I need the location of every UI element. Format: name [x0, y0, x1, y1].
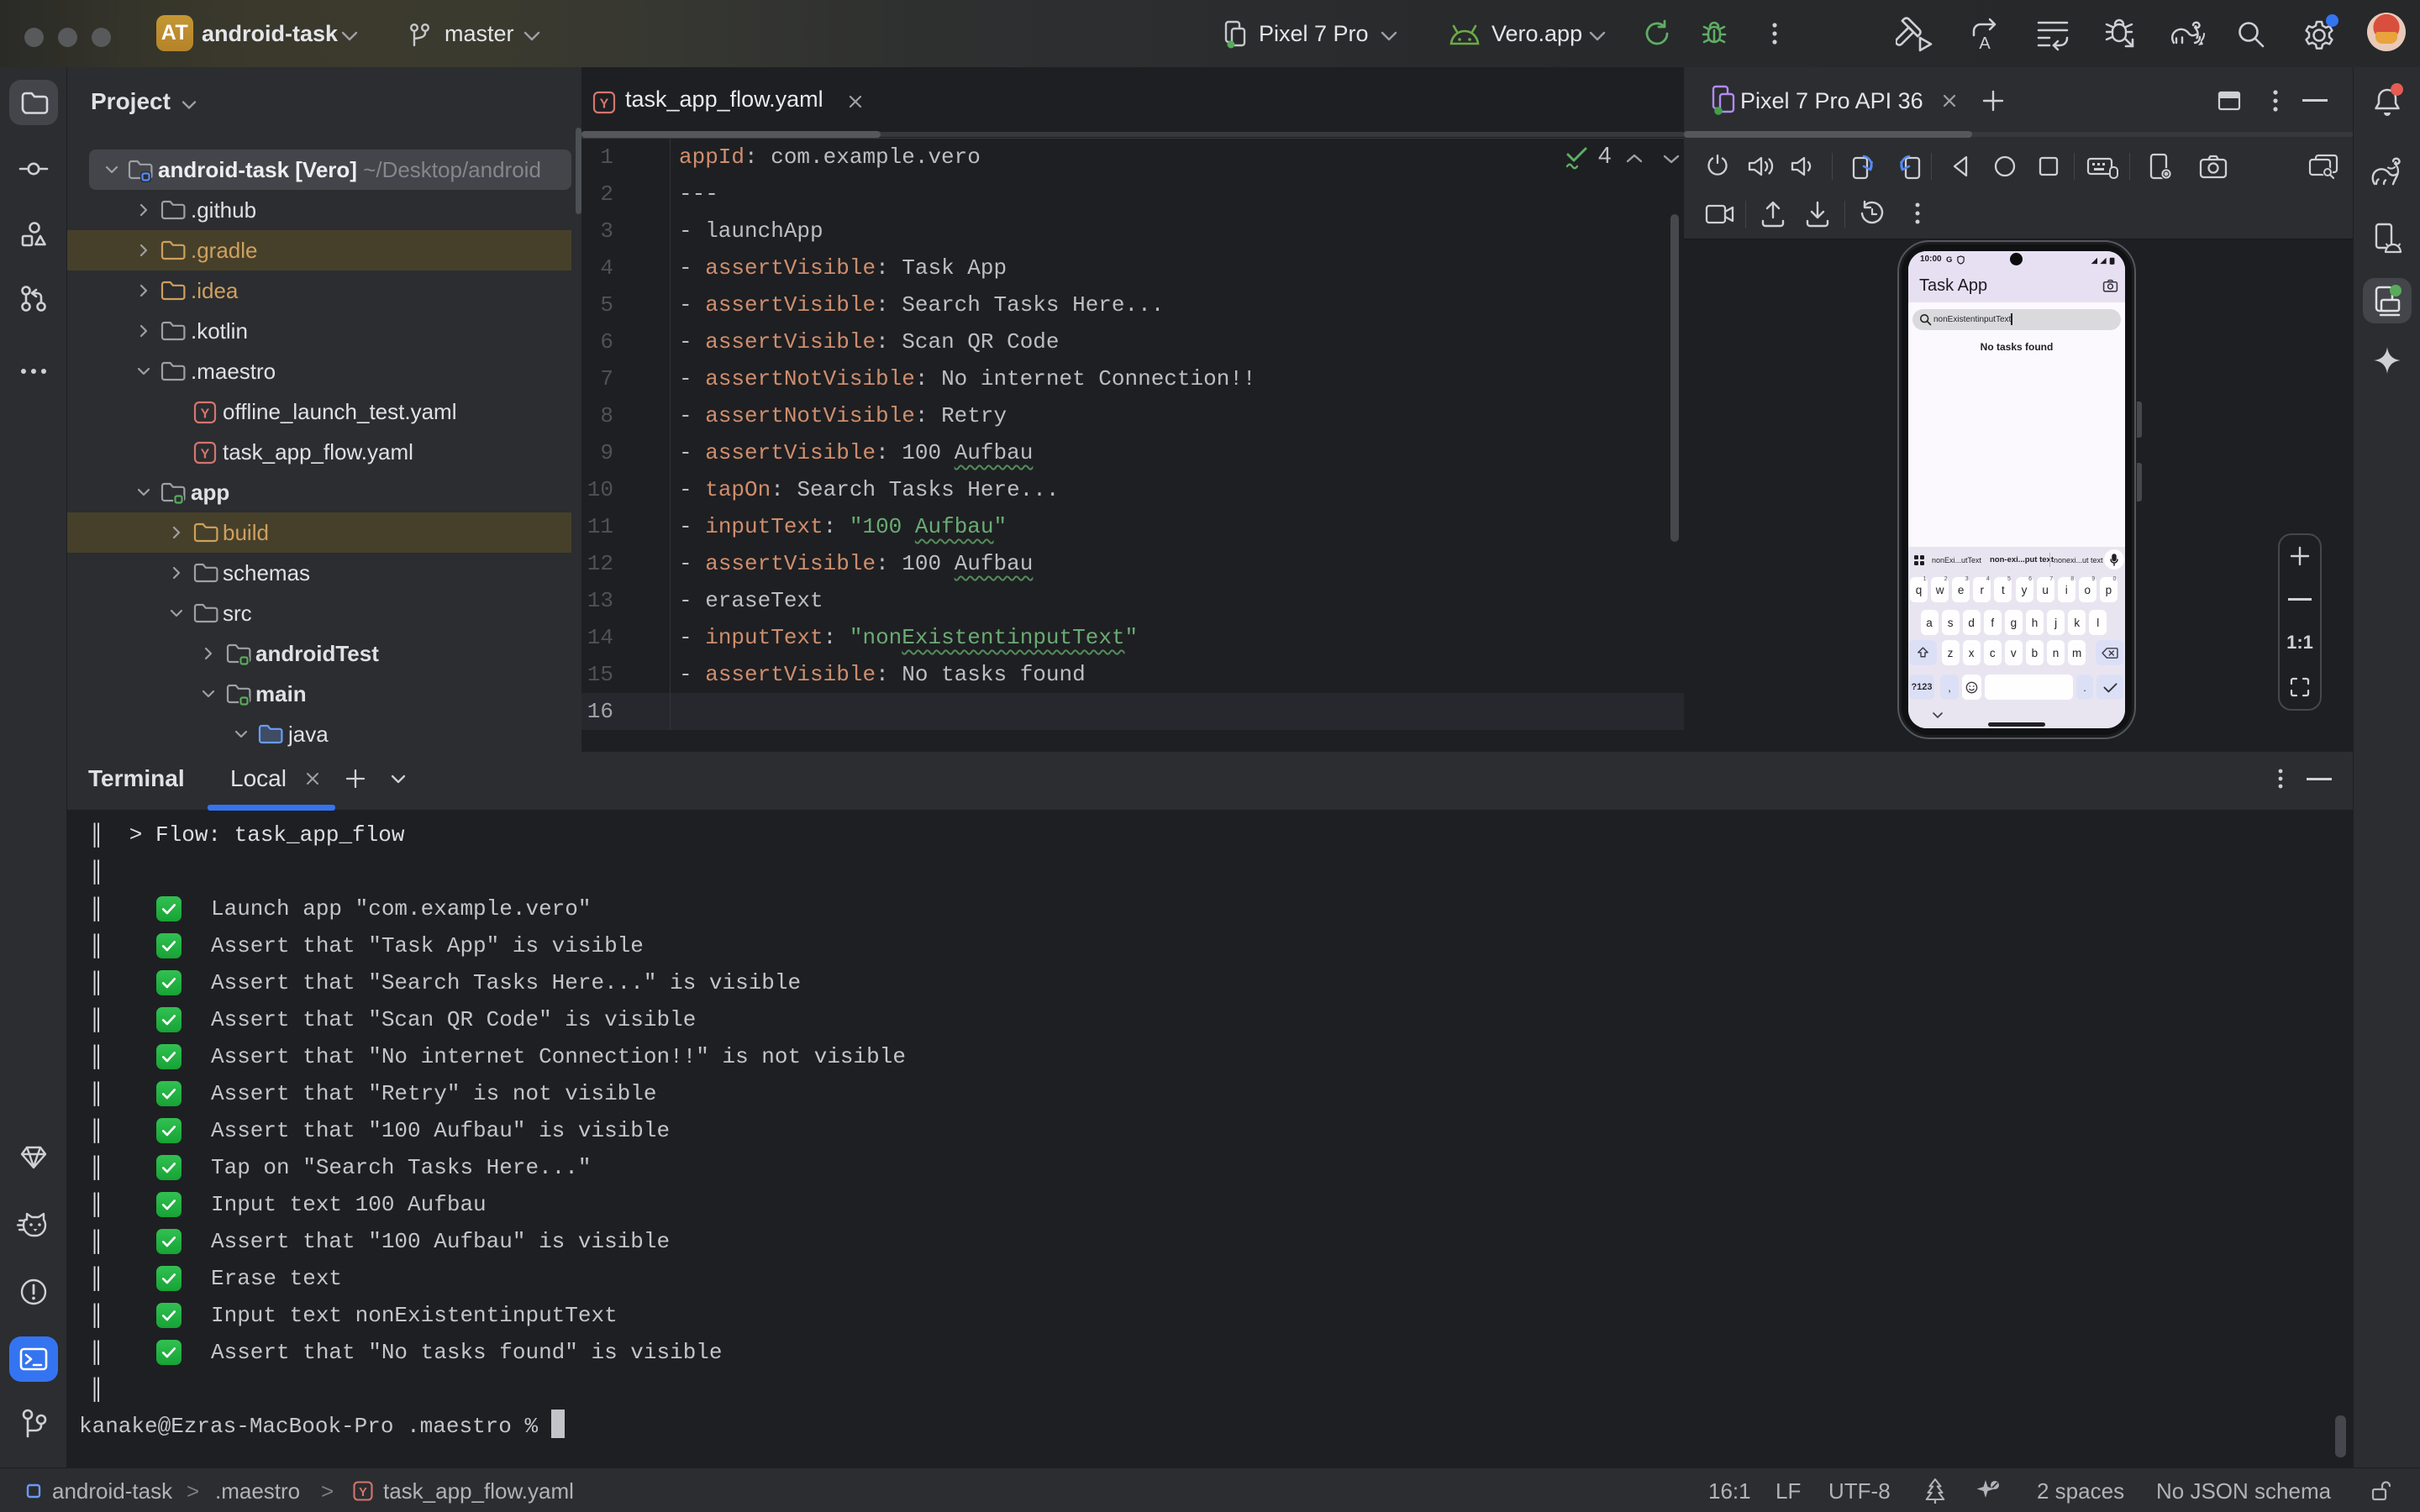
svg-text:Y: Y [600, 97, 609, 112]
svg-text:A: A [1979, 34, 1991, 52]
svg-text:Y: Y [201, 407, 210, 422]
svg-text:Y: Y [359, 1486, 367, 1499]
svg-text:Y: Y [201, 448, 210, 462]
